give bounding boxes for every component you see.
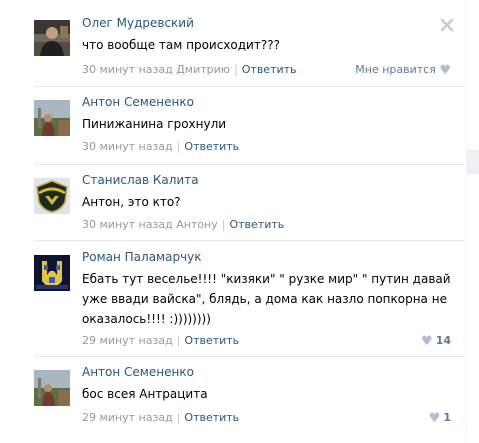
comment-author[interactable]: Антон Семененко: [82, 365, 194, 379]
comment-divider: [34, 164, 464, 165]
comment-meta: 30 минут назад Дмитрию | Ответить: [82, 63, 297, 76]
heart-icon: ♥: [428, 411, 441, 426]
comment-meta: 29 минут назад | Ответить: [82, 411, 239, 424]
avatar[interactable]: [34, 20, 70, 56]
meta-separator: |: [176, 411, 181, 424]
comment-author[interactable]: Роман Паламарчук: [82, 250, 202, 264]
comment-text-line: уже ввади вайска", блядь, а дома как наз…: [82, 292, 447, 306]
comment-item: Роман Паламарчук Ебать тут веселье!!!! "…: [0, 250, 465, 354]
meta-separator: |: [221, 218, 226, 231]
comment-divider: [34, 356, 464, 357]
scrollbar-thumb[interactable]: [467, 150, 479, 174]
meta-separator: |: [176, 140, 181, 153]
like-button[interactable]: Мне нравится ♥: [355, 63, 451, 77]
comment-author[interactable]: Станислав Калита: [82, 173, 199, 187]
reply-button[interactable]: Ответить: [184, 334, 239, 347]
reply-button[interactable]: Ответить: [184, 140, 239, 153]
comment-text: бос всея Антрацита: [82, 387, 208, 401]
comment-meta: 29 минут назад | Ответить: [82, 334, 239, 347]
reply-button[interactable]: Ответить: [184, 411, 239, 424]
like-count: 14: [435, 334, 451, 347]
like-button[interactable]: ♥ 1: [429, 411, 451, 425]
comment-item: Олег Мудревский что вообще там происходи…: [0, 16, 465, 86]
comment-author[interactable]: Антон Семененко: [82, 95, 194, 109]
reply-to-link[interactable]: Дмитрию: [176, 63, 230, 76]
comment-text: Пинижанина грохнули: [82, 117, 227, 131]
avatar[interactable]: [34, 100, 70, 136]
comment-item: Антон Семененко бос всея Антрацита 29 ми…: [0, 365, 465, 443]
comment-text: что вообще там происходит???: [82, 38, 280, 52]
comment-meta: 30 минут назад Антону | Ответить: [82, 218, 284, 231]
comment-time[interactable]: 29 минут назад: [82, 334, 173, 347]
comment-time[interactable]: 30 минут назад: [82, 63, 173, 76]
heart-icon: ♥: [439, 63, 451, 78]
like-button[interactable]: ♥ 14: [421, 334, 451, 348]
avatar[interactable]: [34, 370, 70, 406]
reply-button[interactable]: Ответить: [242, 63, 297, 76]
meta-separator: |: [234, 63, 238, 76]
comment-author[interactable]: Олег Мудревский: [82, 16, 194, 30]
comment-time[interactable]: 30 минут назад: [82, 218, 173, 231]
comment-time[interactable]: 29 минут назад: [82, 411, 173, 424]
scrollbar-track: [466, 0, 467, 443]
avatar[interactable]: [34, 178, 70, 214]
comment-text: Антон, это кто?: [82, 195, 181, 209]
comment-text-line: Ебать тут веселье!!!! "кизяки" " рузке м…: [82, 272, 451, 286]
comment-time[interactable]: 30 минут назад: [82, 140, 173, 153]
comment-divider: [34, 86, 464, 87]
reply-to-link[interactable]: Антону: [176, 218, 218, 231]
comment-item: Антон Семененко Пинижанина грохнули 30 м…: [0, 95, 465, 165]
comment-meta: 30 минут назад | Ответить: [82, 140, 239, 153]
meta-separator: |: [176, 334, 181, 347]
heart-icon: ♥: [421, 334, 433, 349]
comment-item: Станислав Калита Антон, это кто? 30 мину…: [0, 173, 465, 243]
comment-text-line: оказалось!!!! :)))))))): [82, 312, 211, 326]
like-label: Мне нравится: [355, 63, 436, 76]
reply-button[interactable]: Ответить: [229, 218, 284, 231]
close-icon[interactable]: [440, 18, 454, 32]
comment-divider: [34, 240, 464, 241]
comments-list: Олег Мудревский что вообще там происходи…: [0, 0, 479, 443]
avatar[interactable]: [34, 255, 70, 291]
like-count: 1: [443, 411, 451, 424]
